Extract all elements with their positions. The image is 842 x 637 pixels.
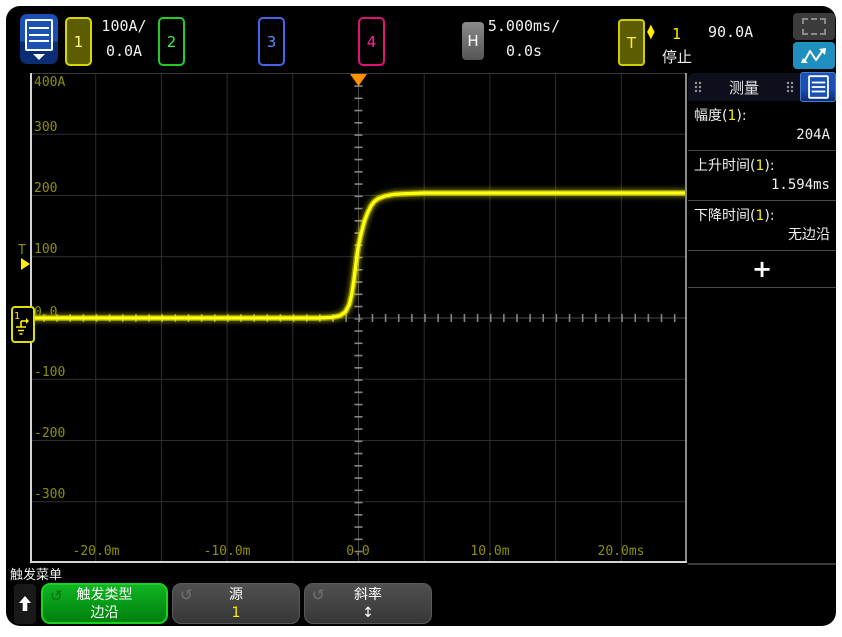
measurement-row-rise-time[interactable]: 上升时间(1): 1.594ms: [688, 151, 836, 201]
channel-1-label: 1: [74, 33, 84, 51]
measurement-row-amplitude[interactable]: 幅度(1): 204A: [688, 101, 836, 151]
softkey-label: 斜率: [354, 586, 382, 604]
selection-box-icon: [802, 18, 826, 35]
trigger-level-letter: T: [18, 243, 26, 258]
x-axis-label: 20.0ms: [589, 545, 653, 558]
oscilloscope-app: 1 100A/ 0.0A 2 3 4 H 5.000ms/ 0.0s T ▲▼ …: [0, 0, 842, 637]
softkey-trigger-source[interactable]: ↺ 源 1: [172, 583, 300, 624]
channel-3-button[interactable]: 3: [258, 17, 285, 66]
measurement-label: 上升时间(: [694, 158, 755, 174]
trigger-slope-icon[interactable]: ▲▼: [647, 25, 655, 39]
trigger-key-label: T: [627, 34, 636, 52]
channel-4-button[interactable]: 4: [358, 17, 385, 66]
channel-1-ground-marker[interactable]: 1: [11, 306, 35, 343]
softkey-menu-title: 触发菜单: [10, 564, 62, 583]
waveform-display[interactable]: [30, 73, 687, 563]
trigger-button[interactable]: T: [618, 19, 645, 66]
trigger-source-value: 1: [672, 25, 681, 43]
measurement-panel-header[interactable]: 测量: [688, 73, 836, 101]
svg-text:1: 1: [14, 311, 20, 322]
channel-2-label: 2: [167, 33, 177, 51]
x-axis-label: 0.0: [326, 545, 390, 558]
channel-1-offset: 0.0A: [94, 43, 154, 60]
x-axis-label: -10.0m: [195, 545, 259, 558]
waveform-drag-icon: [800, 46, 828, 66]
softkey-label: 触发类型: [77, 586, 133, 604]
scope-screen: 1 100A/ 0.0A 2 3 4 H 5.000ms/ 0.0s T ▲▼ …: [6, 6, 836, 626]
timebase-scale: 5.000ms/: [486, 18, 562, 35]
up-arrow-icon: [18, 595, 32, 613]
measurement-value: 无边沿: [694, 226, 830, 245]
softkey-trigger-slope[interactable]: ↺ 斜率 ↕: [304, 583, 432, 624]
channel-1-scale: 100A/: [94, 18, 154, 35]
softkey-value: 边沿: [91, 604, 119, 622]
add-measurement-row: +: [688, 251, 836, 288]
knob-icon: ↺: [50, 587, 63, 605]
add-measurement-button[interactable]: +: [752, 257, 772, 281]
chevron-down-icon: [33, 54, 45, 60]
knob-icon: ↺: [312, 586, 325, 604]
measurement-label: 幅度(: [694, 108, 727, 124]
y-axis-label: -200: [34, 427, 65, 440]
channel-3-label: 3: [267, 33, 277, 51]
x-axis-label: 10.0m: [458, 545, 522, 558]
timebase-readout: 5.000ms/ 0.0s: [486, 18, 562, 60]
touch-gesture-button[interactable]: [793, 42, 835, 69]
menu-icon: [808, 75, 829, 98]
horizontal-button[interactable]: H: [462, 22, 484, 60]
y-axis-label: 300: [34, 121, 57, 134]
measurement-panel: 测量 幅度(1): 204A 上升时间(1): 1.594ms 下降时间(: [688, 73, 836, 565]
trigger-level-value: 90.0A: [708, 23, 753, 41]
main-menu-button[interactable]: [20, 14, 58, 64]
softkey-label: 源: [229, 586, 243, 604]
measurement-row-fall-time[interactable]: 下降时间(1): 无边沿: [688, 201, 836, 251]
y-axis-label: 100: [34, 243, 57, 256]
trigger-level-marker[interactable]: [21, 258, 30, 270]
measurement-value: 204A: [694, 126, 830, 145]
horizontal-key-label: H: [467, 32, 478, 50]
channel-1-readout: 100A/ 0.0A: [94, 18, 154, 60]
menu-icon: [25, 19, 53, 51]
graticule: [30, 73, 687, 563]
y-axis-label: 0.0: [34, 306, 57, 319]
slope-updown-icon: ↕: [362, 604, 374, 622]
y-axis-label: -300: [34, 488, 65, 501]
back-button[interactable]: [14, 584, 36, 624]
y-axis-label: 200: [34, 182, 57, 195]
softkey-value: 1: [232, 604, 241, 622]
channel-1-button[interactable]: 1: [65, 17, 92, 66]
measurement-value: 1.594ms: [694, 176, 830, 195]
zoom-box-button[interactable]: [793, 13, 835, 40]
ground-icon: 1: [13, 308, 29, 337]
x-axis-label: -20.0m: [64, 545, 128, 558]
acquisition-status: 停止: [662, 46, 692, 67]
channel-2-button[interactable]: 2: [158, 17, 185, 66]
knob-icon: ↺: [180, 586, 193, 604]
y-axis-label: 400A: [34, 76, 65, 89]
panel-menu-button[interactable]: [800, 72, 836, 102]
measurement-panel-title: 测量: [708, 77, 780, 98]
timebase-delay: 0.0s: [486, 43, 562, 60]
drag-handle-icon[interactable]: [694, 81, 702, 93]
drag-handle-icon[interactable]: [786, 81, 794, 93]
y-axis-label: -100: [34, 366, 65, 379]
softkey-trigger-type[interactable]: ↺ 触发类型 边沿: [41, 583, 168, 624]
measurement-label: 下降时间(: [694, 208, 755, 224]
channel-4-label: 4: [367, 33, 377, 51]
trigger-time-marker[interactable]: [350, 74, 367, 86]
